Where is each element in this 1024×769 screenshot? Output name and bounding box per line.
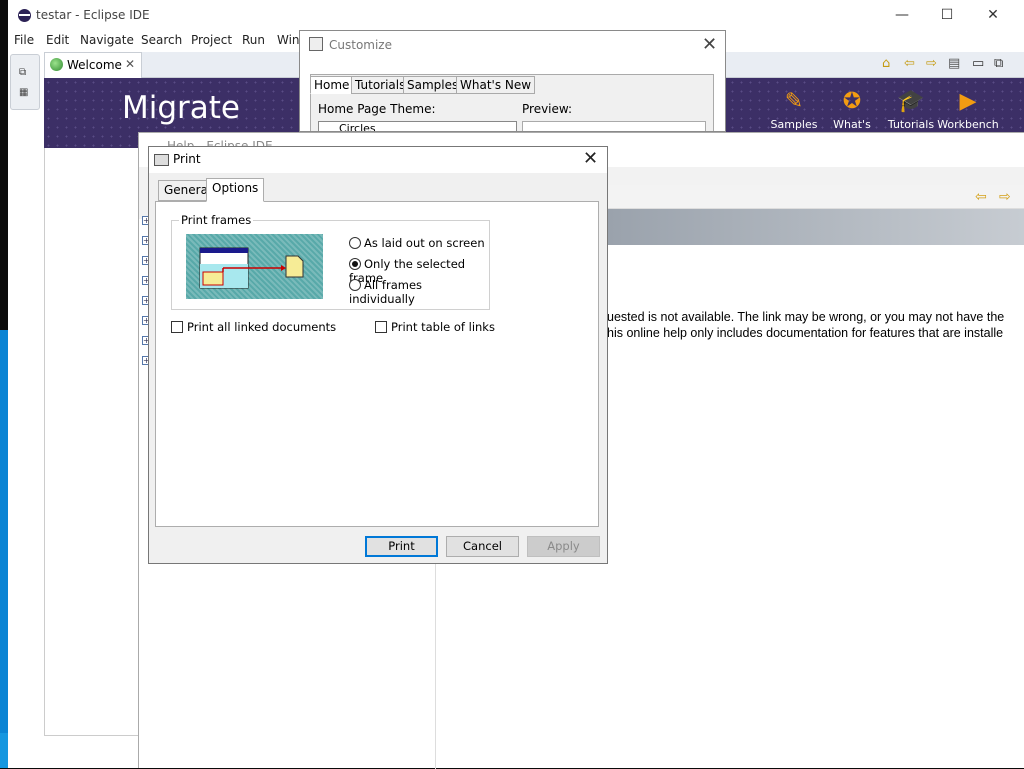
magic-wand-icon: ✎ bbox=[784, 89, 804, 114]
workbench-label: Workbench bbox=[937, 118, 999, 131]
checkbox-label: Print all linked documents bbox=[187, 320, 337, 334]
print-frames-label: Print frames bbox=[179, 213, 254, 227]
menu-window[interactable]: Win bbox=[277, 33, 300, 47]
tab-samples[interactable]: Samples bbox=[403, 76, 463, 94]
tutorials-label: Tutorials bbox=[887, 118, 935, 131]
customize-close-button[interactable]: ✕ bbox=[702, 34, 717, 55]
title-bar: testar - Eclipse IDE — ☐ ✕ bbox=[8, 0, 1024, 30]
frames-illustration bbox=[186, 234, 323, 299]
tab-options[interactable]: Options bbox=[206, 178, 265, 202]
tab-welcome[interactable]: Welcome ✕ bbox=[44, 52, 142, 78]
close-tab-icon[interactable]: ✕ bbox=[125, 57, 135, 71]
preview-label: Preview: bbox=[522, 102, 573, 116]
print-dialog-title: Print bbox=[173, 152, 201, 166]
print-title-bar: Print ✕ bbox=[149, 147, 607, 173]
play-icon: ▶ bbox=[959, 89, 977, 114]
theme-preview bbox=[522, 121, 706, 131]
restore-icon[interactable]: ⧉ bbox=[19, 67, 33, 79]
theme-select-value: Circles bbox=[339, 122, 376, 132]
theme-select[interactable]: Circles bbox=[318, 121, 517, 132]
printer-icon bbox=[154, 154, 169, 166]
help-error-message: uested is not available. The link may be… bbox=[607, 309, 1024, 341]
tab-whats-new[interactable]: What's New bbox=[456, 76, 536, 94]
eclipse-logo-icon bbox=[18, 9, 31, 22]
menu-file[interactable]: File bbox=[14, 33, 34, 47]
print-frames-group: Print frames As laid out on screen Only … bbox=[171, 213, 490, 310]
banner-heading: Migrate bbox=[122, 90, 241, 126]
graduation-cap-icon: 🎓 bbox=[897, 89, 925, 114]
tab-tutorials[interactable]: Tutorials bbox=[351, 76, 410, 94]
minimized-views-strip: ⧉ ▦ bbox=[10, 54, 40, 110]
welcome-content bbox=[44, 148, 150, 736]
samples-label: Samples bbox=[770, 118, 818, 131]
radio-all-frames[interactable]: All frames individually bbox=[349, 278, 489, 306]
help-back-icon[interactable]: ⇦ bbox=[975, 189, 987, 205]
menu-edit[interactable]: Edit bbox=[46, 33, 69, 47]
cancel-button[interactable]: Cancel bbox=[446, 536, 519, 557]
maximize-view-icon[interactable]: ⧉ bbox=[994, 56, 1003, 71]
minimize-view-icon[interactable]: ▭ bbox=[972, 56, 984, 71]
menu-project[interactable]: Project bbox=[191, 33, 232, 47]
home-page-theme-label: Home Page Theme: bbox=[318, 102, 436, 116]
customize-icon bbox=[309, 37, 323, 51]
frames-diagram-icon bbox=[199, 247, 304, 289]
print-dialog: Print ✕ General Options Print frames As … bbox=[148, 146, 608, 564]
checkbox-box[interactable] bbox=[171, 321, 183, 333]
workbench-link[interactable]: ▶ Workbench bbox=[936, 88, 1000, 131]
close-button[interactable]: ✕ bbox=[979, 4, 1007, 26]
tutorials-link[interactable]: 🎓 Tutorials bbox=[879, 88, 943, 131]
radio-circle[interactable] bbox=[349, 279, 361, 291]
customize-dialog: Customize ✕ Home Tutorials Samples What'… bbox=[299, 30, 726, 132]
menu-run[interactable]: Run bbox=[242, 33, 265, 47]
welcome-globe-icon bbox=[50, 58, 63, 71]
menu-search[interactable]: Search bbox=[141, 33, 182, 47]
checkbox-label: Print table of links bbox=[391, 320, 495, 334]
customize-page-icon[interactable]: ▤ bbox=[948, 56, 960, 71]
star-icon: ✪ bbox=[842, 89, 862, 114]
samples-link[interactable]: ✎ Samples bbox=[762, 88, 826, 131]
options-panel: Print frames As laid out on screen Only … bbox=[155, 201, 599, 527]
print-button[interactable]: Print bbox=[365, 536, 438, 557]
tab-welcome-label: Welcome bbox=[67, 58, 122, 72]
radio-label: As laid out on screen bbox=[364, 236, 485, 250]
customize-title: Customize bbox=[329, 38, 392, 52]
help-message-line-2: his online help only includes documentat… bbox=[607, 326, 1004, 340]
maximize-button[interactable]: ☐ bbox=[933, 4, 961, 26]
help-message-line-1: uested is not available. The link may be… bbox=[607, 310, 1005, 324]
package-explorer-icon[interactable]: ▦ bbox=[19, 87, 33, 99]
radio-circle-selected[interactable] bbox=[349, 258, 361, 270]
menu-navigate[interactable]: Navigate bbox=[80, 33, 134, 47]
print-close-button[interactable]: ✕ bbox=[583, 148, 598, 169]
radio-as-laid-out[interactable]: As laid out on screen bbox=[349, 236, 485, 250]
print-linked-docs-checkbox[interactable]: Print all linked documents bbox=[171, 320, 336, 334]
radio-circle[interactable] bbox=[349, 237, 361, 249]
help-banner bbox=[607, 209, 1024, 245]
print-links-table-checkbox[interactable]: Print table of links bbox=[375, 320, 495, 334]
home-icon[interactable]: ⌂ bbox=[882, 56, 890, 71]
apply-button[interactable]: Apply bbox=[527, 536, 600, 557]
window-title: testar - Eclipse IDE bbox=[36, 8, 150, 22]
back-arrow-icon[interactable]: ⇦ bbox=[904, 56, 915, 71]
minimize-button[interactable]: — bbox=[888, 4, 916, 26]
help-forward-icon[interactable]: ⇨ bbox=[999, 189, 1011, 205]
tab-home[interactable]: Home bbox=[310, 76, 354, 94]
checkbox-box[interactable] bbox=[375, 321, 387, 333]
forward-arrow-icon[interactable]: ⇨ bbox=[926, 56, 937, 71]
